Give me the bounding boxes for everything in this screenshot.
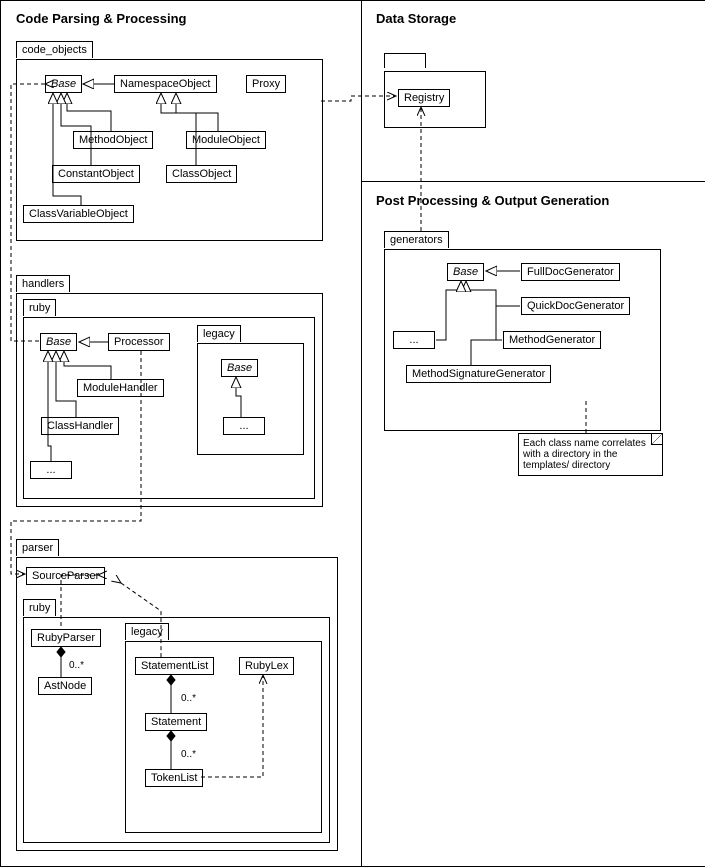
multiplicity-2: 0..*	[181, 693, 196, 704]
class-co-method: MethodObject	[73, 131, 153, 149]
package-code-objects-tab: code_objects	[16, 41, 93, 58]
note-templates: Each class name correlates with a direct…	[518, 433, 663, 476]
class-h-classhandler: ClassHandler	[41, 417, 119, 435]
class-p-rubyparser: RubyParser	[31, 629, 101, 647]
class-co-module: ModuleObject	[186, 131, 266, 149]
multiplicity-1: 0..*	[69, 660, 84, 671]
package-parser-tab: parser	[16, 539, 59, 556]
class-h-module: ModuleHandler	[77, 379, 164, 397]
multiplicity-3: 0..*	[181, 749, 196, 760]
package-storage-tab	[384, 53, 426, 68]
class-h-lbase: Base	[221, 359, 258, 377]
package-generators-tab: generators	[384, 231, 449, 248]
class-p-tokenlist: TokenList	[145, 769, 203, 787]
class-g-methodsig: MethodSignatureGenerator	[406, 365, 551, 383]
package-legacy2-tab: legacy	[125, 623, 169, 640]
section-storage-title: Data Storage	[376, 11, 456, 26]
class-h-ellipsis: ...	[30, 461, 72, 479]
class-h-lellipsis: ...	[223, 417, 265, 435]
class-g-method: MethodGenerator	[503, 331, 601, 349]
class-p-statementlist: StatementList	[135, 657, 214, 675]
class-g-ellipsis: ...	[393, 331, 435, 349]
class-p-statement: Statement	[145, 713, 207, 731]
section-parsing-title: Code Parsing & Processing	[16, 11, 187, 26]
package-ruby1-tab: ruby	[23, 299, 56, 316]
class-co-classvar: ClassVariableObject	[23, 205, 134, 223]
class-co-base: Base	[45, 75, 82, 93]
class-h-base: Base	[40, 333, 77, 351]
package-handlers-tab: handlers	[16, 275, 70, 292]
class-registry: Registry	[398, 89, 450, 107]
class-h-processor: Processor	[108, 333, 170, 351]
class-co-namespace: NamespaceObject	[114, 75, 217, 93]
class-co-proxy: Proxy	[246, 75, 286, 93]
class-p-astnode: AstNode	[38, 677, 92, 695]
section-post-title: Post Processing & Output Generation	[376, 193, 609, 208]
package-ruby2-tab: ruby	[23, 599, 56, 616]
class-g-fulldoc: FullDocGenerator	[521, 263, 620, 281]
class-g-quickdoc: QuickDocGenerator	[521, 297, 630, 315]
class-p-rubylex: RubyLex	[239, 657, 294, 675]
package-legacy1-tab: legacy	[197, 325, 241, 342]
class-g-base: Base	[447, 263, 484, 281]
class-p-source: SourceParser	[26, 567, 105, 585]
class-co-constant: ConstantObject	[52, 165, 140, 183]
class-co-class: ClassObject	[166, 165, 237, 183]
